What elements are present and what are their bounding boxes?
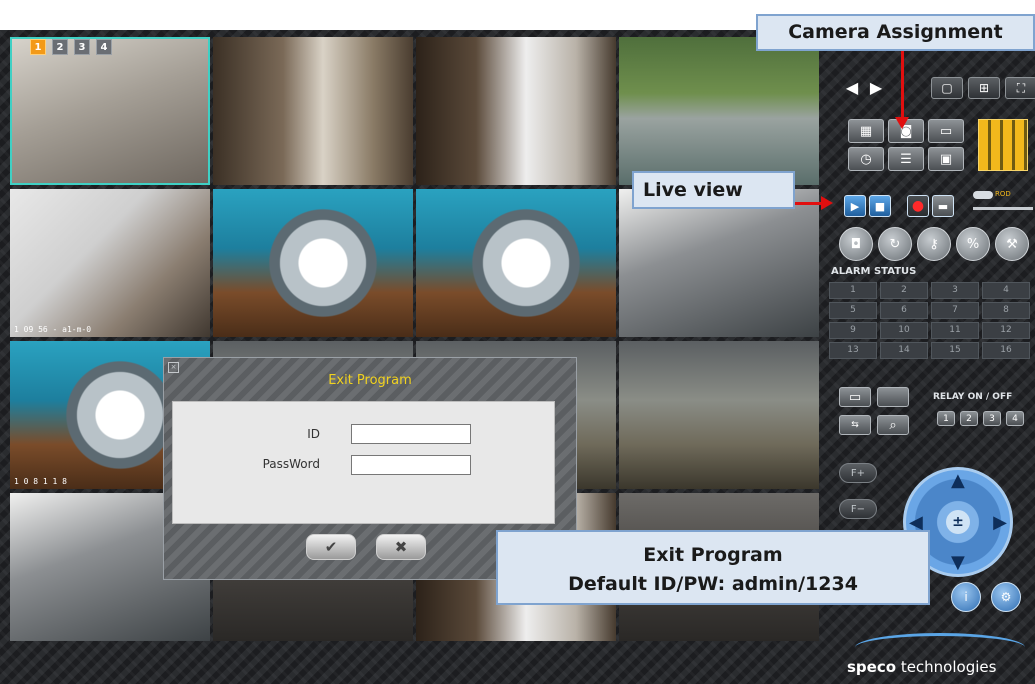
page-button-3[interactable]: 3 xyxy=(74,39,90,55)
alarm-indicator: 15 xyxy=(931,342,979,359)
info-icon[interactable]: i xyxy=(951,582,981,612)
monitor-output-icon[interactable]: ▭ xyxy=(839,387,871,407)
camera-tile-7[interactable] xyxy=(416,189,616,337)
alarm-indicator: 2 xyxy=(880,282,928,299)
camera-tile-3[interactable] xyxy=(416,37,616,185)
dialog-title: Exit Program xyxy=(328,373,412,388)
brand-name-rest: technologies xyxy=(896,658,997,676)
relay-button-4[interactable]: 4 xyxy=(1006,411,1024,426)
page-button-4[interactable]: 4 xyxy=(96,39,112,55)
dialog-body: ID PassWord xyxy=(172,401,555,524)
exit-program-callout: Exit Program Default ID/PW: admin/1234 xyxy=(496,530,930,605)
list-icon[interactable]: ☰ xyxy=(888,147,924,171)
live-view-arrow-icon xyxy=(795,196,833,210)
alarm-status-grid: 1 2 3 4 5 6 7 8 9 10 11 12 13 14 15 16 xyxy=(829,282,1033,359)
percent-icon[interactable]: % xyxy=(956,227,990,261)
ptz-zoom-icon[interactable]: ± xyxy=(946,510,970,534)
page-button-1[interactable]: 1 xyxy=(30,39,46,55)
camera-tile-5[interactable]: 1 09 56 - a1-m-0 xyxy=(10,189,210,337)
alarm-indicator: 12 xyxy=(982,322,1030,339)
live-view-callout: Live view xyxy=(632,171,795,209)
alarm-indicator: 16 xyxy=(982,342,1030,359)
camera-tile-4[interactable] xyxy=(619,37,819,185)
page-button-2[interactable]: 2 xyxy=(52,39,68,55)
alarm-indicator: 4 xyxy=(982,282,1030,299)
password-label: PassWord xyxy=(262,457,320,471)
alarm-indicator: 9 xyxy=(829,322,877,339)
camera-tile-8[interactable] xyxy=(619,189,819,337)
alarm-indicator: 8 xyxy=(982,302,1030,319)
alarm-indicator: 3 xyxy=(931,282,979,299)
speed-slider[interactable] xyxy=(973,207,1033,210)
relay-label: RELAY ON / OFF xyxy=(933,392,1013,402)
key-icon[interactable]: ⚷ xyxy=(917,227,951,261)
next-arrow-icon[interactable]: ▶ xyxy=(867,78,885,97)
camera-tile-2[interactable] xyxy=(213,37,413,185)
capture-icon[interactable]: ◘ xyxy=(839,227,873,261)
alarm-indicator: 7 xyxy=(931,302,979,319)
stop-button-icon[interactable]: ■ xyxy=(869,195,891,217)
id-field[interactable] xyxy=(351,424,471,444)
monitor-icon[interactable]: ▭ xyxy=(928,119,964,143)
password-field[interactable] xyxy=(351,455,471,475)
relay-button-1[interactable]: 1 xyxy=(937,411,955,426)
previous-arrow-icon[interactable]: ◀ xyxy=(843,78,861,97)
grid-layout-icon[interactable]: ▦ xyxy=(848,119,884,143)
camera-assignment-callout: Camera Assignment xyxy=(756,14,1035,51)
zoom-search-icon[interactable]: ⌕ xyxy=(877,415,909,435)
record-button-icon[interactable]: ● xyxy=(907,195,929,217)
tools-icon[interactable]: ⚒ xyxy=(995,227,1029,261)
relay-button-3[interactable]: 3 xyxy=(983,411,1001,426)
cancel-button[interactable]: ✖ xyxy=(376,534,426,560)
page-selector: 1 2 3 4 xyxy=(30,39,112,55)
channel-matrix-icon[interactable] xyxy=(978,119,1028,171)
focus-far-button[interactable]: F− xyxy=(839,499,877,519)
settings-icon[interactable]: ⚙ xyxy=(991,582,1021,612)
quad-view-icon[interactable]: ⊞ xyxy=(968,77,1000,99)
full-screen-icon[interactable]: ⛶ xyxy=(1005,77,1035,99)
confirm-button[interactable]: ✔ xyxy=(306,534,356,560)
speed-knob-icon[interactable] xyxy=(973,191,993,199)
brand-name-bold: speco xyxy=(847,658,897,676)
ptz-right-icon[interactable]: ▶ xyxy=(993,514,1007,532)
video-camera-icon[interactable]: ▣ xyxy=(928,147,964,171)
camera-timestamp: 1 0 8 1 1 8 xyxy=(14,477,67,486)
speed-label: ROD xyxy=(995,190,1011,198)
id-label: ID xyxy=(307,427,320,441)
play-button-icon[interactable]: ▶ xyxy=(844,195,866,217)
brand-logo: speco technologies xyxy=(847,658,996,676)
alarm-indicator: 1 xyxy=(829,282,877,299)
relay-button-2[interactable]: 2 xyxy=(960,411,978,426)
ptz-down-icon[interactable]: ▼ xyxy=(951,554,965,572)
alarm-indicator: 6 xyxy=(880,302,928,319)
exit-callout-line1: Exit Program xyxy=(643,544,783,566)
ptz-mode-icon[interactable]: ⇆ xyxy=(839,415,871,435)
exit-callout-line2: Default ID/PW: admin/1234 xyxy=(568,573,858,595)
clock-icon[interactable]: ◷ xyxy=(848,147,884,171)
focus-near-button[interactable]: F+ xyxy=(839,463,877,483)
ptz-up-icon[interactable]: ▲ xyxy=(951,472,965,490)
camera-assignment-arrow-icon xyxy=(895,51,909,129)
alarm-indicator: 14 xyxy=(880,342,928,359)
camera-tile-1[interactable] xyxy=(10,37,210,185)
blank-button[interactable] xyxy=(877,387,909,407)
snapshot-button-icon[interactable]: ▬ xyxy=(932,195,954,217)
refresh-icon[interactable]: ↻ xyxy=(878,227,912,261)
camera-tile-6[interactable] xyxy=(213,189,413,337)
alarm-indicator: 5 xyxy=(829,302,877,319)
alarm-indicator: 10 xyxy=(880,322,928,339)
camera-tile-12[interactable] xyxy=(619,341,819,489)
alarm-indicator: 13 xyxy=(829,342,877,359)
camera-timestamp: 1 09 56 - a1-m-0 xyxy=(14,325,92,334)
alarm-status-label: ALARM STATUS xyxy=(831,266,917,277)
dialog-close-icon[interactable]: × xyxy=(168,362,179,373)
single-view-icon[interactable]: ▢ xyxy=(931,77,963,99)
alarm-indicator: 11 xyxy=(931,322,979,339)
